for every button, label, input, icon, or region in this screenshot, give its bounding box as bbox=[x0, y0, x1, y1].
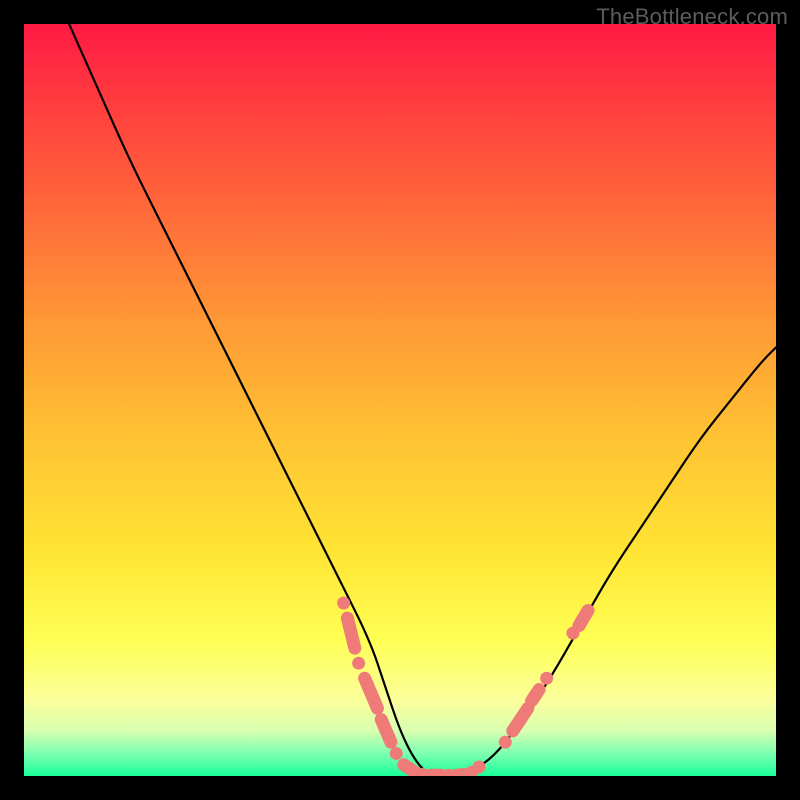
curve-marker-pill bbox=[347, 618, 355, 648]
curve-marker-pill bbox=[579, 611, 588, 626]
curve-marker-dot bbox=[472, 760, 485, 773]
bottleneck-curve bbox=[69, 24, 776, 776]
curve-marker-pill bbox=[365, 678, 378, 708]
chart-frame bbox=[24, 24, 776, 776]
curve-marker-dot bbox=[390, 747, 403, 760]
bottleneck-chart bbox=[24, 24, 776, 776]
curve-marker-dot bbox=[499, 736, 512, 749]
watermark-text: TheBottleneck.com bbox=[596, 4, 788, 30]
curve-marker-pill bbox=[513, 708, 528, 731]
curve-marker-pill bbox=[532, 690, 540, 701]
curve-marker-pill bbox=[381, 720, 391, 743]
curve-marker-dot bbox=[337, 597, 350, 610]
curve-marker-pill bbox=[456, 774, 464, 775]
curve-marker-dot bbox=[540, 672, 553, 685]
curve-marker-pill bbox=[404, 765, 415, 773]
curve-marker-dot bbox=[352, 657, 365, 670]
